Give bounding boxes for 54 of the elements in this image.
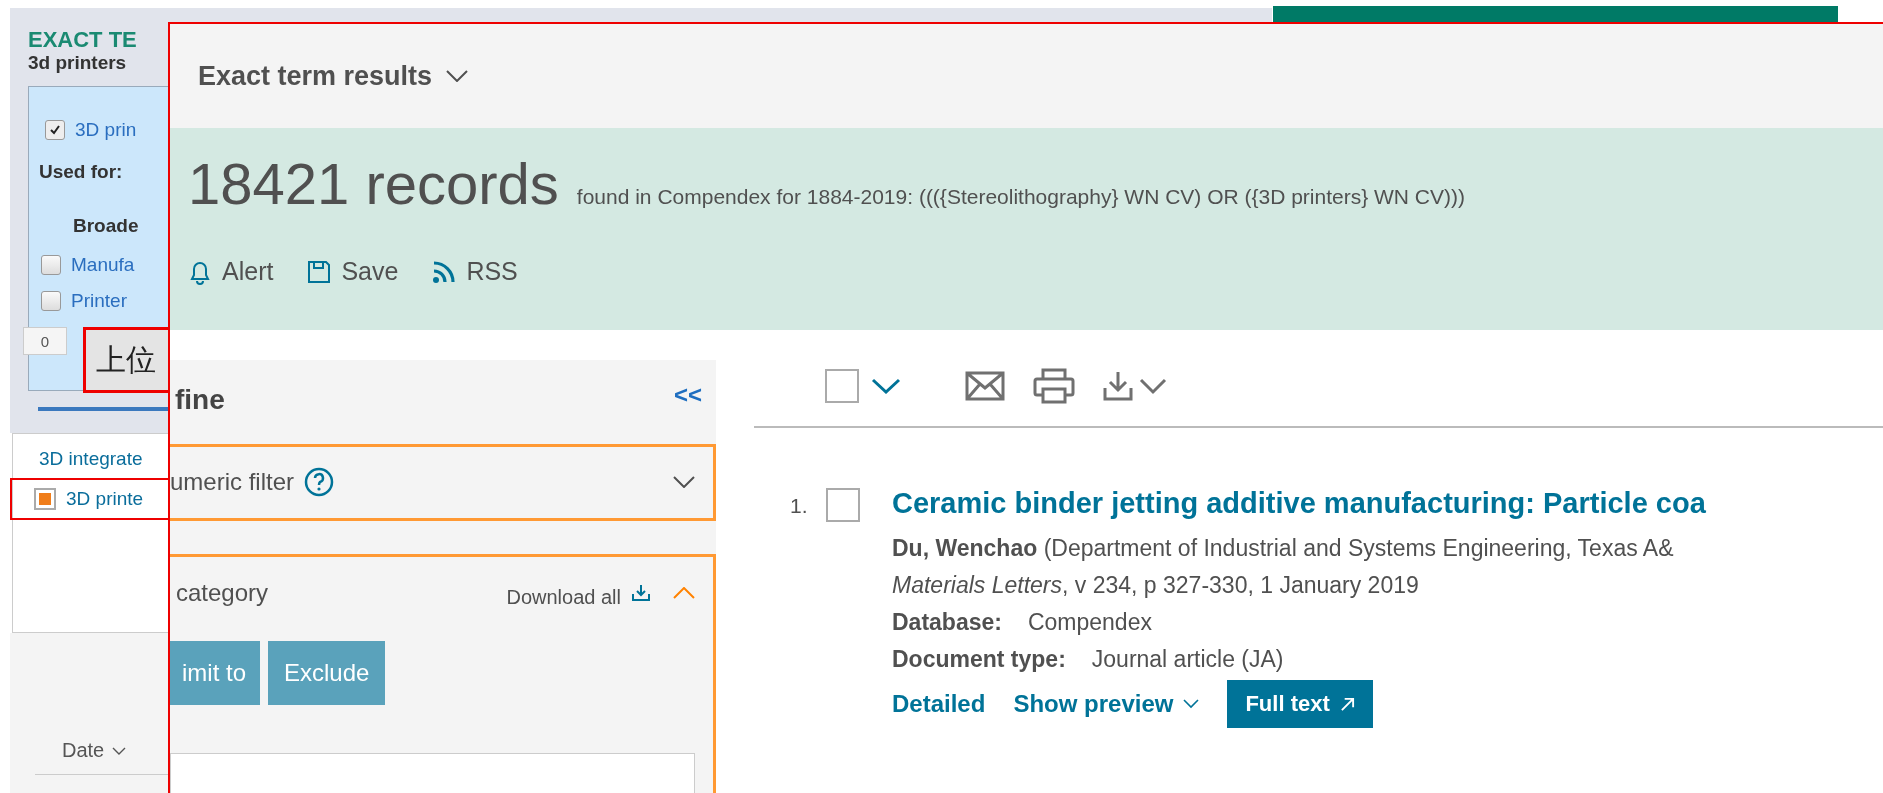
term-link[interactable]: Printer	[71, 290, 127, 312]
arrow-icon	[1339, 696, 1355, 712]
count-field[interactable]: 0	[23, 327, 67, 355]
chevron-down-icon	[1183, 699, 1200, 709]
checkbox[interactable]	[45, 120, 65, 140]
rss-link[interactable]: RSS	[432, 257, 518, 286]
term-link[interactable]: 3D integrate	[39, 448, 168, 478]
field-value: Journal article (JA)	[1091, 645, 1284, 674]
author-line: Du, Wenchao (Department of Industrial and Systems Engineering, Texas A&	[892, 534, 1675, 563]
search-term: 3d printers	[28, 52, 128, 74]
broader-terms-label: Broade	[73, 215, 140, 237]
checkbox[interactable]	[34, 488, 56, 510]
source-line: Materials Letters, v 234, p 327-330, 1 January 2019	[892, 571, 1420, 600]
section-heading: EXACT TE	[28, 28, 138, 52]
chevron-down-icon	[112, 746, 127, 755]
record-count: 18421 records	[188, 150, 559, 217]
full-text-button[interactable]: Full text	[1227, 680, 1373, 728]
results-dropdown[interactable]: Exact term results	[198, 60, 469, 92]
select-all-checkbox[interactable]	[825, 369, 859, 403]
result-checkbox[interactable]	[826, 488, 860, 522]
download-icon[interactable]	[631, 584, 651, 602]
action-label: Alert	[222, 257, 274, 286]
email-icon[interactable]	[965, 371, 1005, 401]
print-icon[interactable]	[1033, 367, 1075, 405]
result-title-link[interactable]: Ceramic binder jetting additive manufacturing: Particle coa	[892, 482, 1706, 524]
alert-link[interactable]: Alert	[188, 257, 274, 286]
add-button[interactable]: 上位	[83, 327, 168, 393]
download-link[interactable]: Download all	[506, 585, 621, 609]
chevron-down-icon	[446, 70, 469, 82]
checkbox[interactable]	[41, 255, 61, 275]
section-title[interactable]: umeric filter	[170, 468, 295, 496]
field-label: Document type:	[892, 645, 1066, 674]
collapse-link[interactable]: <<	[673, 381, 702, 409]
term-link[interactable]: Manufa	[71, 254, 135, 276]
used-for-label: Used for:	[39, 161, 124, 183]
save-link[interactable]: Save	[307, 257, 399, 286]
rss-icon	[432, 259, 457, 284]
result-number: 1.	[790, 494, 809, 518]
action-label: Save	[341, 257, 399, 286]
checkbox[interactable]	[41, 291, 61, 311]
panel-title: fine	[175, 384, 225, 416]
section-title[interactable]: category	[170, 579, 269, 607]
expand-icon[interactable]	[673, 476, 695, 488]
term-link[interactable]: 3D prin	[75, 119, 137, 141]
field-value: Compendex	[1027, 608, 1152, 637]
field-label: Database:	[892, 608, 1002, 637]
check-icon	[49, 124, 61, 136]
detailed-link[interactable]: Detailed	[892, 690, 986, 718]
preview-link[interactable]: Show preview	[1013, 690, 1200, 718]
help-icon[interactable]	[304, 467, 335, 497]
action-label: RSS	[466, 257, 518, 286]
dropdown-icon[interactable]	[871, 378, 901, 394]
query-text: found in Compendex for 1884-2019: ((({Stereolithography} WN CV) OR ({3D printers} WN CV)))	[576, 185, 1466, 209]
sort-dropdown[interactable]: Date	[62, 739, 127, 770]
